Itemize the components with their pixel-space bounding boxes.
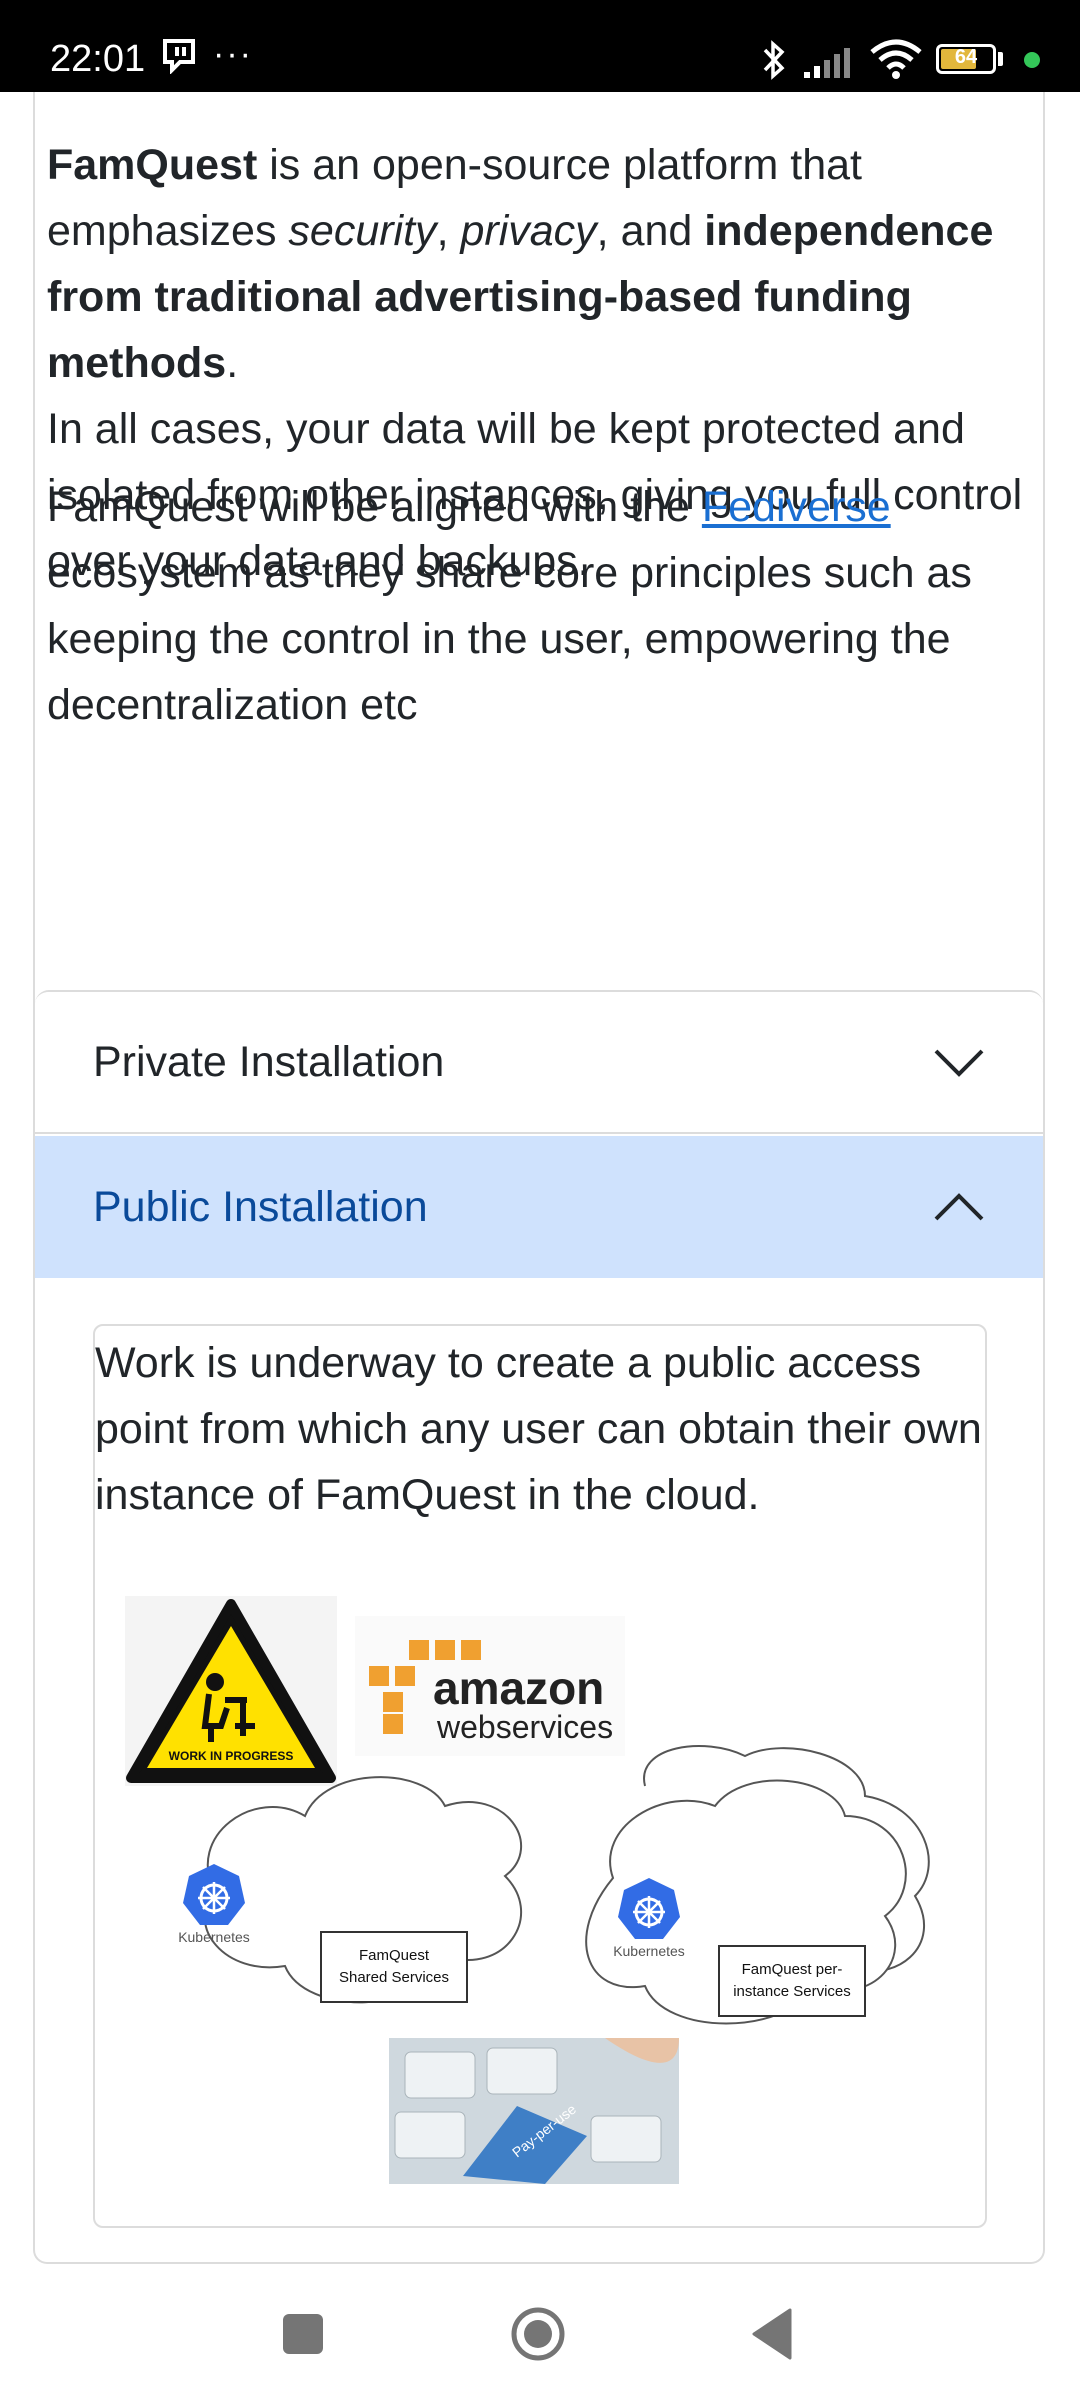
aws-logo: amazon webservices [355,1616,625,1756]
privacy-dot-icon [1024,52,1040,68]
fediverse-text-1: FamQuest will be aligned with the [47,483,702,531]
battery-level: 64 [954,46,978,68]
per-instance-line1: FamQuest per- [742,1961,843,1978]
aws-webservices-text: webservices [436,1709,613,1745]
nav-back-icon[interactable] [750,2308,792,2360]
nav-home-icon[interactable] [510,2306,566,2362]
public-installation-text: Work is underway to create a public acce… [95,1339,982,1519]
wip-label: WORK IN PROGRESS [169,1749,294,1763]
fediverse-text-2: ecosystem as they share core principles … [47,549,972,729]
status-icons: 64 [740,30,1080,86]
intro-privacy: privacy [460,207,597,255]
intro-security: security [288,207,437,255]
shared-services-cloud: Kubernetes FamQuest Shared Services [178,1776,523,2004]
accordion-label-public: Public Installation [93,1182,428,1231]
status-bar: 22:01 ··· 64 [0,0,1080,92]
aws-amazon-text: amazon [433,1662,604,1714]
signal-icon [804,48,850,78]
battery-tip [998,52,1003,66]
per-instance-line2: instance Services [733,1983,851,2000]
accordion-label-private: Private Installation [93,1037,445,1086]
accordion-private-installation[interactable]: Private Installation [35,992,1043,1134]
content-card: FamQuest is an open-source platform that… [33,92,1045,2264]
intro-text-2: , [436,207,461,255]
accordion-public-installation[interactable]: Public Installation [35,1136,1043,1278]
pay-per-use-keyboard-image: Pay-per-use [389,2038,679,2184]
shared-services-line1: FamQuest [359,1947,430,1964]
more-icon: ··· [213,35,253,73]
per-instance-cloud: Kubernetes FamQuest per- instance Servic… [585,1745,930,2025]
nav-recents-icon[interactable] [283,2314,323,2354]
public-installation-body: Work is underway to create a public acce… [93,1324,987,2228]
system-navigation-bar [0,2264,1080,2400]
brand-name: FamQuest [47,141,258,189]
chevron-down-icon [934,1049,984,1077]
chevron-up-icon [934,1193,984,1221]
status-time: 22:01 [50,38,146,80]
battery-icon: 64 [936,44,996,74]
shared-services-line2: Shared Services [339,1969,449,1986]
kubernetes-label-1: Kubernetes [178,1929,250,1945]
wifi-icon [870,39,922,79]
fediverse-paragraph: FamQuest will be aligned with the Fedive… [47,474,1027,738]
notification-icon [163,39,195,74]
intro-text-3: , and [596,207,705,255]
cloud-architecture-diagram: WORK IN PROGRESS amazon webservices Kube… [125,1596,930,2184]
bluetooth-icon [763,40,785,80]
intro-text-4: . [226,339,239,387]
work-in-progress-sign: WORK IN PROGRESS [125,1596,337,1786]
fediverse-link[interactable]: Fediverse [702,483,891,531]
kubernetes-label-2: Kubernetes [613,1943,685,1959]
installation-accordion: Private Installation Public Installation… [35,990,1043,2262]
